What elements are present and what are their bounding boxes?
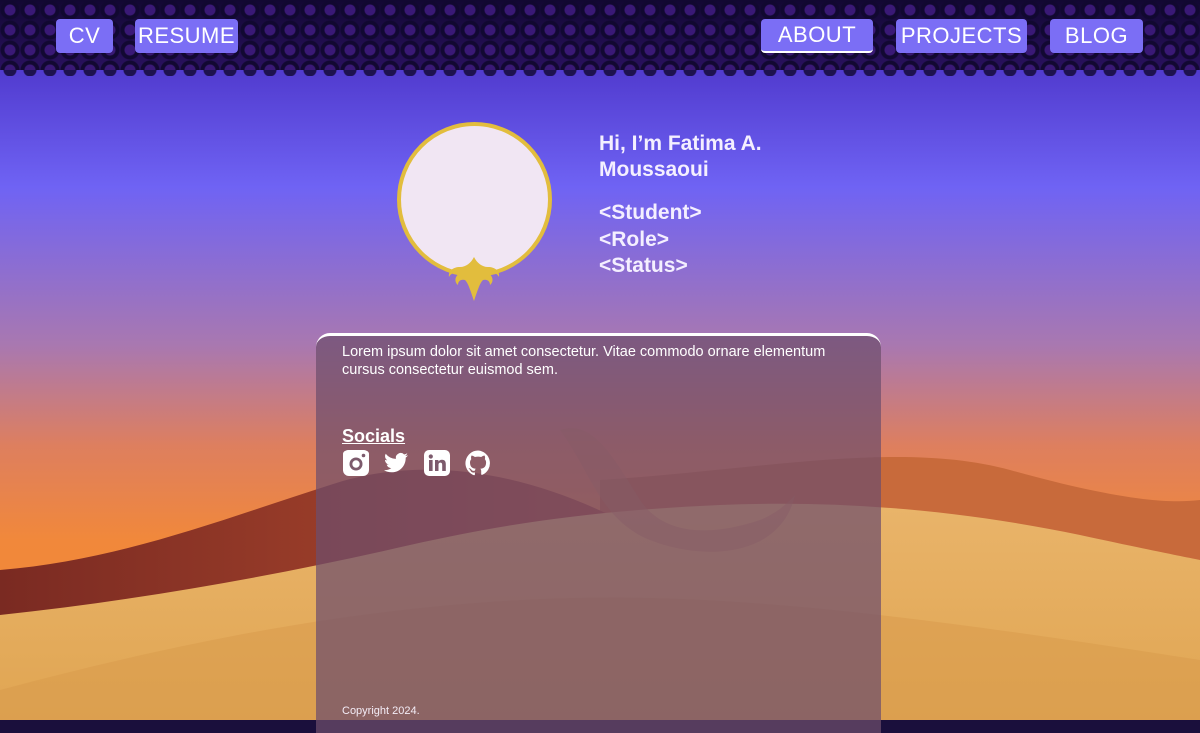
roles-list: <Student> <Role> <Status> [599,200,799,280]
about-paragraph: Lorem ipsum dolor sit amet consectetur. … [342,344,826,378]
nav-resume-button[interactable]: RESUME [135,19,238,53]
instagram-icon[interactable] [342,449,370,477]
linkedin-icon[interactable] [423,449,451,477]
gold-ornament-icon [448,257,500,301]
twitter-icon[interactable] [382,449,410,477]
nav-projects-button[interactable]: PROJECTS [896,19,1027,53]
nav-about-button[interactable]: ABOUT [761,19,873,53]
greeting-heading: Hi, I’m Fatima A. Moussaoui [599,132,762,181]
nav-cv-button[interactable]: CV [56,19,113,53]
copyright-text: Copyright 2024. [342,705,420,717]
role-status: <Status> [599,254,688,277]
nav-blog-button[interactable]: BLOG [1050,19,1143,53]
role-student: <Student> [599,201,702,224]
about-card [316,333,881,733]
profile-portrait [397,122,552,277]
role-role: <Role> [599,227,670,251]
github-icon[interactable] [464,449,492,477]
socials-heading: Socials [342,426,406,446]
